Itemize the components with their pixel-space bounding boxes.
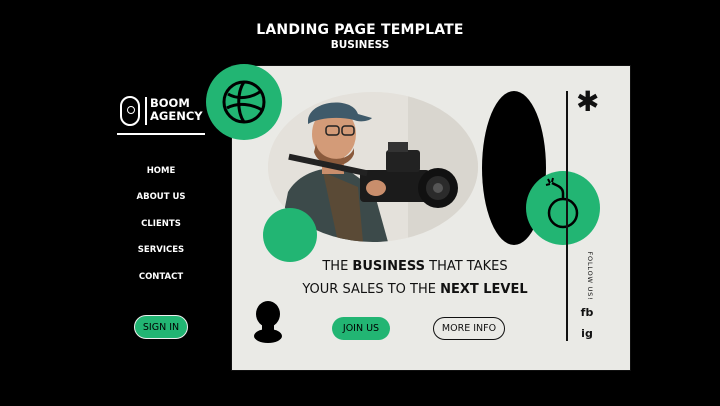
hero-headline-line-2: YOUR SALES TO THE NEXT LEVEL — [238, 282, 592, 297]
logo-divider — [145, 97, 147, 125]
page-subtitle: BUSINESS — [330, 39, 390, 51]
nav-item-about-us[interactable]: ABOUT US — [118, 192, 204, 202]
globe-badge — [206, 64, 282, 140]
decor-green-dot — [263, 208, 317, 262]
headline-text: THAT TAKES — [425, 259, 508, 274]
instagram-link[interactable]: ig — [577, 327, 597, 340]
headline-text: YOUR SALES TO THE — [302, 282, 441, 297]
bulb-logo-icon — [120, 96, 140, 126]
page-title: LANDING PAGE TEMPLATE — [256, 22, 464, 38]
headline-emphasis: NEXT LEVEL — [440, 282, 528, 297]
nav-item-clients[interactable]: CLIENTS — [118, 219, 204, 229]
headline-emphasis: BUSINESS — [352, 259, 425, 274]
facebook-link[interactable]: fb — [577, 306, 597, 319]
more-info-button[interactable]: MORE INFO — [433, 317, 505, 340]
globe-icon — [222, 80, 266, 124]
nav-item-contact[interactable]: CONTACT — [118, 272, 204, 282]
nav-item-services[interactable]: SERVICES — [118, 245, 204, 255]
hero-headline-line-1: THE BUSINESS THAT TAKES — [238, 259, 592, 274]
follow-us-label: FOLLOW US! — [586, 251, 594, 301]
pawn-icon — [254, 301, 282, 343]
brand-line-2: AGENCY — [150, 109, 203, 123]
bomb-icon — [545, 177, 579, 229]
brand-name[interactable]: BOOM AGENCY — [150, 97, 203, 123]
join-us-button[interactable]: JOIN US — [332, 317, 390, 340]
bomb-badge — [526, 171, 600, 245]
headline-text: THE — [322, 259, 353, 274]
asterisk-icon: ✱ — [576, 85, 600, 118]
nav-item-home[interactable]: HOME — [118, 166, 204, 176]
sidebar-divider — [117, 133, 205, 135]
social-divider — [566, 91, 568, 341]
sign-in-button[interactable]: SIGN IN — [134, 315, 188, 339]
